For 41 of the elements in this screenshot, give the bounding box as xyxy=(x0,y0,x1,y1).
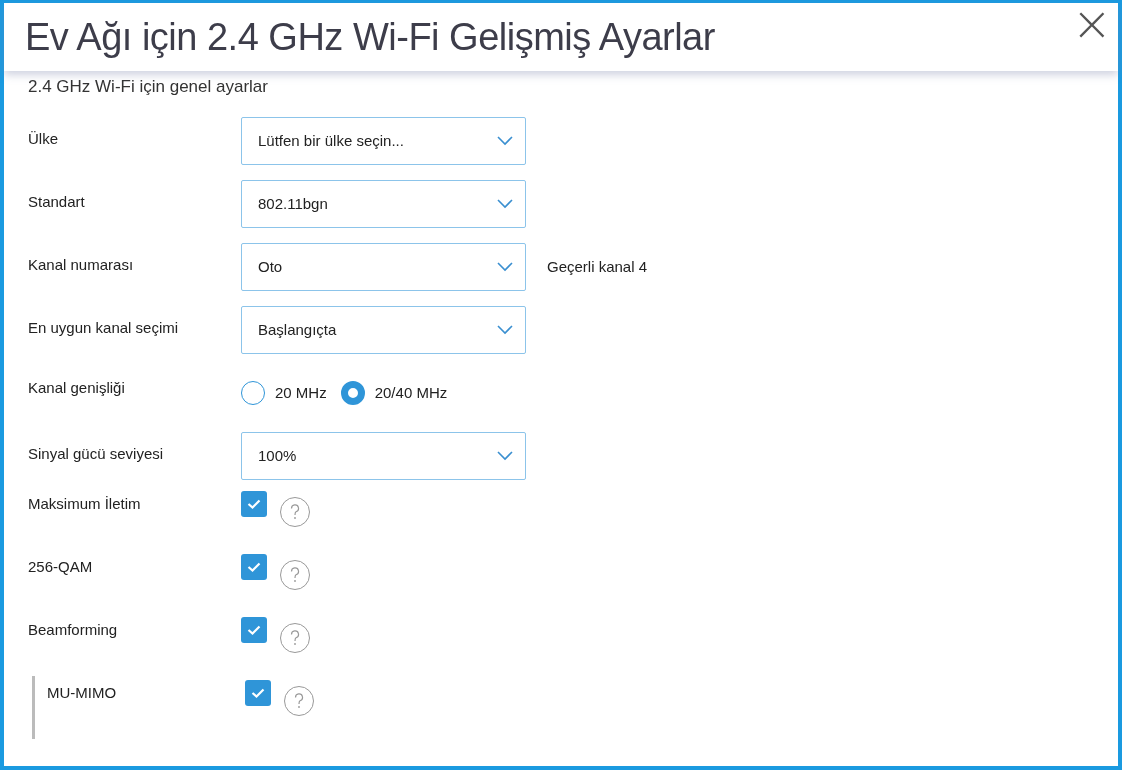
radio-label: 20 MHz xyxy=(275,384,327,401)
setting-label: Maksimum İletim xyxy=(28,494,142,512)
chevron-down-icon xyxy=(497,324,513,335)
dropdown-value: Lütfen bir ülke seçin... xyxy=(258,132,404,149)
dropdown-value: 100% xyxy=(258,447,297,464)
radio-button[interactable] xyxy=(340,380,365,405)
checkbox[interactable] xyxy=(241,617,267,643)
setting-label: MU-MIMO xyxy=(47,683,118,701)
dropdown-field[interactable]: Lütfen bir ülke seçin... xyxy=(241,116,526,165)
note-text: Geçerli kanal 4 xyxy=(547,258,648,275)
chevron-down-icon xyxy=(497,450,513,461)
dropdown-value: Oto xyxy=(258,258,283,275)
dropdown-value: Başlangıçta xyxy=(258,321,337,338)
setting-label: En uygun kanal seçimi xyxy=(28,318,180,336)
dropdown-field[interactable]: Oto xyxy=(241,242,526,291)
setting-label: Sinyal gücü seviyesi xyxy=(28,444,165,462)
checkbox[interactable] xyxy=(241,491,267,517)
dropdown-value: 802.11bgn xyxy=(258,195,328,212)
setting-label: Ülke xyxy=(28,129,59,147)
close-button[interactable]: × xyxy=(1065,3,1118,43)
chevron-down-icon xyxy=(497,198,513,209)
radio-button[interactable] xyxy=(241,380,265,405)
dropdown-field[interactable]: Başlangıçta xyxy=(241,305,526,354)
checkmark-icon xyxy=(247,625,261,635)
checkbox[interactable] xyxy=(241,554,267,580)
radio-label: 20/40 MHz xyxy=(374,384,448,401)
checkmark-icon xyxy=(247,499,261,509)
checkmark-icon xyxy=(247,562,261,572)
checkbox[interactable] xyxy=(245,680,271,706)
checkmark-icon xyxy=(251,688,265,698)
setting-label: Standart xyxy=(28,192,86,210)
chevron-down-icon xyxy=(497,261,513,272)
chevron-down-icon xyxy=(497,135,513,146)
dropdown-field[interactable]: 802.11bgn xyxy=(241,179,526,228)
dialog-title: Ev Ağı için 2.4 GHz Wi-Fi Gelişmiş Ayarlar xyxy=(25,15,715,59)
setting-label: 256-QAM xyxy=(28,557,94,575)
setting-label: Kanal genişliği xyxy=(28,378,126,396)
setting-label: Kanal numarası xyxy=(28,255,135,273)
section-title: 2.4 GHz Wi-Fi için genel ayarlar xyxy=(28,77,269,97)
dropdown-field[interactable]: 100% xyxy=(241,431,526,480)
setting-label: Beamforming xyxy=(28,620,119,638)
